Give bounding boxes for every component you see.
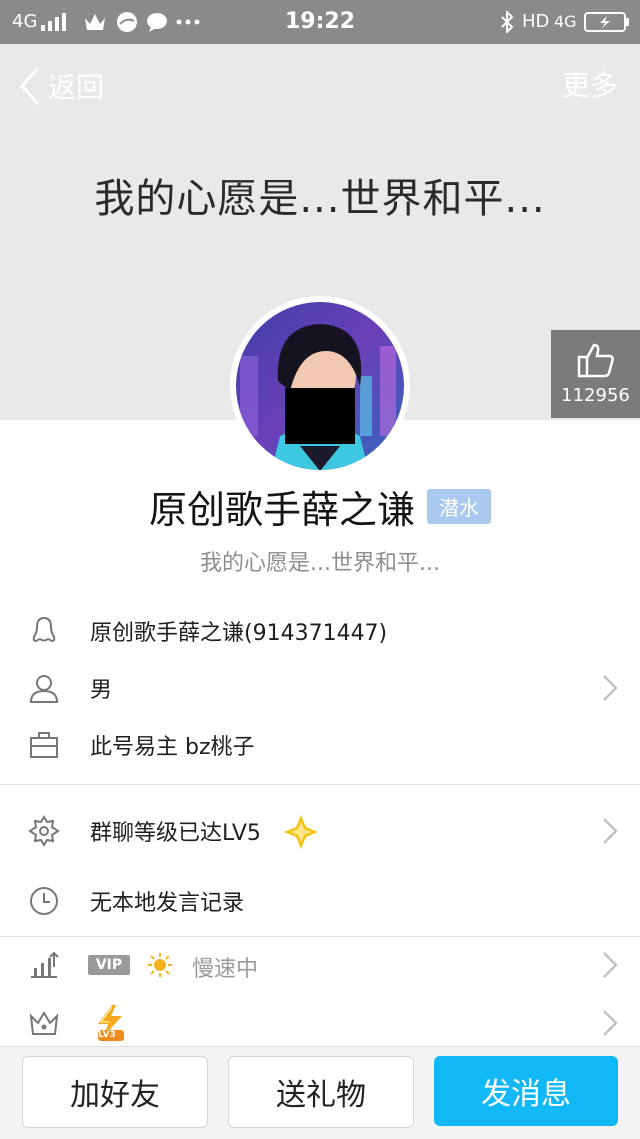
- like-button[interactable]: 112956: [551, 330, 640, 418]
- person-icon: [29, 675, 59, 703]
- profile-name-row: 原创歌手薛之谦 潜水: [0, 478, 640, 534]
- profile-nickname: 原创歌手薛之谦: [148, 487, 415, 532]
- signature-banner: 我的心愿是...世界和平...: [94, 176, 546, 222]
- vip-badge: VIP: [88, 955, 130, 975]
- profile-signature: 我的心愿是...世界和平...: [200, 551, 440, 576]
- chevron-left-icon: [19, 67, 40, 105]
- penguin-icon: [32, 616, 56, 643]
- sun-icon: [148, 953, 172, 977]
- account-row: 原创歌手薛之谦(914371447): [0, 602, 640, 660]
- status-bar: 4G 19:22 HD 4G: [0, 0, 640, 44]
- gender-label: 男: [90, 678, 113, 703]
- bluetooth-icon: [501, 11, 514, 33]
- avatar[interactable]: [230, 296, 410, 476]
- chevron-right-icon: [603, 1010, 618, 1036]
- vip-status: 慢速中: [192, 957, 259, 982]
- lv-badge: LV3: [98, 1030, 116, 1040]
- group-level-row[interactable]: 群聊等级已达LV5: [0, 802, 640, 860]
- crown-outline-icon: [29, 1011, 59, 1035]
- chevron-right-icon: [603, 952, 618, 978]
- owner-row: 此号易主 bz桃子: [0, 716, 640, 774]
- send-message-button[interactable]: 发消息: [434, 1056, 618, 1126]
- section-divider: [0, 784, 640, 785]
- gender-row[interactable]: 男: [0, 659, 640, 717]
- group-level-label: 群聊等级已达LV5: [90, 821, 261, 846]
- clock-icon: [30, 887, 58, 915]
- network-indicator-right: 4G: [554, 12, 577, 31]
- gear-icon: [28, 815, 60, 847]
- level-star-icon: [284, 815, 318, 849]
- hd-indicator: HD: [522, 11, 550, 32]
- vip-row[interactable]: VIP 慢速中: [0, 936, 640, 994]
- speech-record-label: 无本地发言记录: [90, 891, 245, 916]
- back-label: 返回: [48, 71, 105, 104]
- status-badge: 潜水: [427, 488, 491, 524]
- more-button[interactable]: 更多: [562, 64, 618, 108]
- speech-record-row: 无本地发言记录: [0, 872, 640, 930]
- back-button[interactable]: 返回: [18, 64, 104, 108]
- chevron-right-icon: [603, 818, 618, 844]
- avatar-image: [234, 300, 406, 472]
- thumbs-up-icon: [577, 343, 614, 378]
- send-gift-button[interactable]: 送礼物: [228, 1056, 414, 1128]
- account-label: 原创歌手薛之谦(914371447): [90, 621, 388, 646]
- battery-icon: [584, 12, 629, 32]
- owner-label: 此号易主 bz桃子: [90, 735, 255, 760]
- level-row[interactable]: LV3: [0, 994, 640, 1052]
- briefcase-icon: [30, 732, 58, 758]
- growth-chart-icon: [31, 951, 59, 978]
- add-friend-button[interactable]: 加好友: [22, 1056, 208, 1128]
- chevron-right-icon: [603, 675, 618, 701]
- like-count: 112956: [561, 385, 630, 406]
